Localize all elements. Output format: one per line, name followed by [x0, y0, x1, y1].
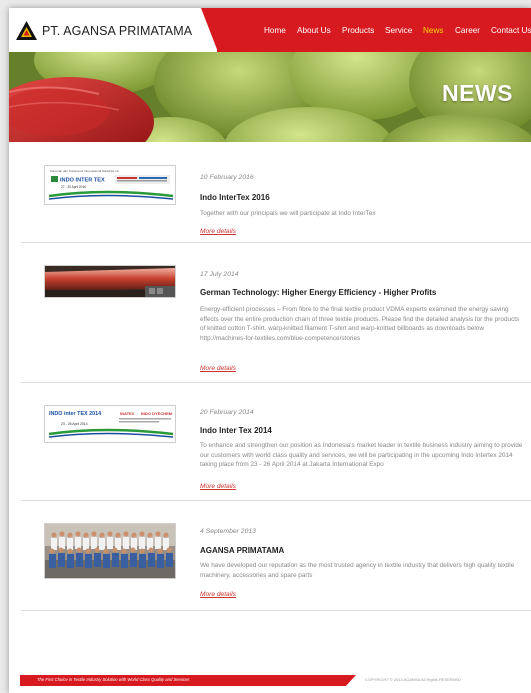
nav-service[interactable]: Service [385, 26, 412, 35]
news-date: 17 July 2014 [200, 271, 239, 278]
news-title[interactable]: Indo Inter Tex 2014 [200, 426, 272, 435]
news-thumbnail[interactable]: Pameran dan Konferensi Internasional Tek… [44, 165, 176, 205]
news-title[interactable]: Indo InterTex 2016 [200, 193, 270, 202]
indo-intertex-2014-graphic: INDO inter TEX 2014 INATEX INDO DYECHEM … [45, 406, 175, 442]
site-footer: The First Choice in Textile Industry Sol… [9, 672, 531, 693]
textile-machine-photo [45, 266, 175, 297]
more-details-link[interactable]: More details [200, 365, 236, 372]
more-details-link[interactable]: More details [200, 483, 236, 490]
news-title[interactable]: German Technology: Higher Energy Efficie… [200, 288, 436, 297]
thumb-caption: 27 - 30 April 2016 [61, 185, 86, 189]
thumb-top-text: Pameran dan Konferensi Internasional Tek… [50, 169, 119, 173]
thumb-caption: 23 - 26 April 2014 [61, 422, 88, 426]
news-date: 10 February 2016 [200, 174, 254, 181]
news-summary: Together with our principals we will par… [200, 210, 376, 217]
news-summary: We have developed our reputation as the … [200, 562, 515, 579]
news-item: INDO inter TEX 2014 INATEX INDO DYECHEM … [21, 383, 531, 501]
news-item: Pameran dan Konferensi Internasional Tek… [21, 147, 531, 243]
nav-news[interactable]: News [423, 26, 443, 35]
news-banner: NEWS [9, 52, 531, 142]
nav-career[interactable]: Career [455, 26, 480, 35]
nav-about-us[interactable]: About Us [297, 26, 331, 35]
footer-tagline: The First Choice in Textile Industry Sol… [37, 677, 190, 682]
news-thumbnail[interactable]: INDO inter TEX 2014 INATEX INDO DYECHEM … [44, 405, 176, 443]
brand-name: PT. AGANSA PRIMATAMA [42, 23, 193, 38]
banner-title: NEWS [442, 80, 513, 106]
thumb-tag-2: INDO DYECHEM [141, 411, 173, 416]
footer-copyright: COPYRIGHT © 2013 AGANSA All Rights RESER… [365, 677, 461, 682]
nav-slant [201, 8, 218, 52]
nav-contact-us[interactable]: Contact Us [491, 26, 531, 35]
thumb-logo-text: INDO inter TEX 2014 [49, 411, 101, 417]
indo-intertex-2016-graphic: Pameran dan Konferensi Internasional Tek… [45, 166, 175, 204]
news-title[interactable]: AGANSA PRIMATAMA [200, 546, 284, 555]
news-date: 4 September 2013 [200, 528, 256, 535]
site-header: PT. AGANSA PRIMATAMA Home About Us Produ… [9, 8, 531, 52]
team-group-photo [45, 524, 175, 578]
thumb-tag-1: INATEX [120, 411, 135, 416]
nav-products[interactable]: Products [342, 26, 374, 35]
news-list: Pameran dan Konferensi Internasional Tek… [21, 147, 531, 611]
news-item: 4 September 2013 AGANSA PRIMATAMA We hav… [21, 501, 531, 611]
more-details-link[interactable]: More details [200, 228, 236, 235]
site-logo[interactable]: PT. AGANSA PRIMATAMA [16, 21, 192, 40]
main-nav: Home About Us Products Service News Care… [217, 8, 531, 52]
news-summary: Energy-efficient processes – From fibre … [200, 306, 520, 342]
thumb-logo-text: INDO INTER TEX [60, 178, 105, 184]
more-details-link[interactable]: More details [200, 591, 236, 598]
news-item: 17 July 2014 German Technology: Higher E… [21, 243, 531, 383]
news-thumbnail[interactable] [44, 265, 176, 298]
nav-home[interactable]: Home [264, 26, 286, 35]
page: PT. AGANSA PRIMATAMA Home About Us Produ… [9, 8, 531, 693]
triangle-logo-icon [16, 21, 37, 40]
news-summary: To enhance and strengthen our position a… [200, 442, 523, 468]
news-thumbnail[interactable] [44, 523, 176, 579]
news-date: 20 February 2014 [200, 409, 254, 416]
